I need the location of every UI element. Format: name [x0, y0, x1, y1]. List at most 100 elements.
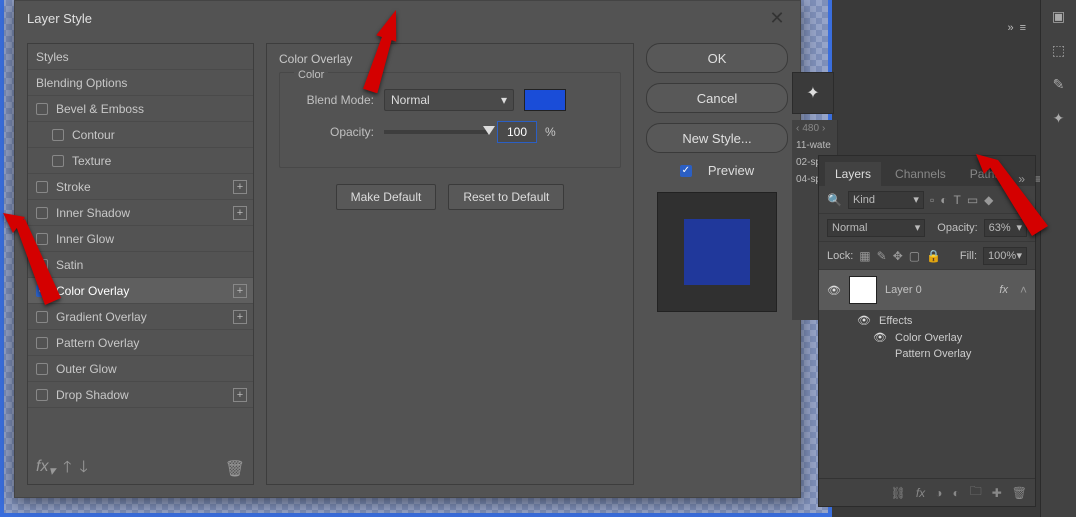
brushes-icon[interactable]: ✦: [1049, 108, 1069, 128]
chevron-down-icon: ▾: [501, 93, 507, 107]
preview-swatch: [684, 219, 750, 285]
new-layer-icon[interactable]: ✚: [992, 486, 1002, 500]
style-drop-shadow[interactable]: Drop Shadow+: [28, 382, 253, 408]
filter-smart-icon[interactable]: ◆: [984, 193, 993, 207]
collapse-panel-icon[interactable]: »: [1007, 22, 1013, 34]
visibility-icon[interactable]: 👁: [827, 284, 841, 297]
style-inner-shadow[interactable]: Inner Shadow+: [28, 200, 253, 226]
close-icon[interactable]: ✕: [766, 7, 788, 29]
preview-checkbox[interactable]: ✓: [680, 165, 692, 177]
add-icon[interactable]: +: [233, 206, 247, 220]
preview-label: Preview: [708, 163, 754, 178]
layer-name[interactable]: Layer 0: [885, 284, 922, 296]
overlay-color-swatch[interactable]: [524, 89, 566, 111]
dialog-title: Layer Style: [27, 11, 92, 26]
move-up-icon[interactable]: 🡑: [63, 456, 71, 483]
visibility-icon[interactable]: 👁: [857, 314, 871, 327]
style-inner-glow[interactable]: Inner Glow: [28, 226, 253, 252]
brush-icon: ✦: [806, 83, 819, 103]
effect-item[interactable]: Pattern Overlay: [895, 348, 971, 360]
style-bevel-emboss[interactable]: Bevel & Emboss: [28, 96, 253, 122]
style-gradient-overlay[interactable]: Gradient Overlay+: [28, 304, 253, 330]
tab-channels[interactable]: Channels: [885, 162, 956, 186]
layer-blend-select[interactable]: Normal▾: [827, 219, 925, 237]
lock-label: Lock:: [827, 250, 853, 262]
filter-kind-select[interactable]: Kind▾: [848, 191, 924, 209]
tab-layers[interactable]: Layers: [825, 162, 881, 186]
fx-icon[interactable]: fx: [916, 486, 925, 500]
style-color-overlay[interactable]: ✓Color Overlay+: [28, 278, 253, 304]
reset-default-button[interactable]: Reset to Default: [448, 184, 564, 210]
move-down-icon[interactable]: 🡓: [79, 456, 87, 483]
visibility-icon[interactable]: 👁: [873, 331, 887, 344]
filter-shape-icon[interactable]: ▭: [967, 193, 978, 207]
filter-type-icon[interactable]: T: [953, 193, 960, 207]
style-settings: Color Overlay Color Blend Mode: Normal▾ …: [266, 43, 634, 485]
opacity-label: Opacity:: [937, 222, 977, 234]
add-icon[interactable]: +: [233, 180, 247, 194]
blending-options[interactable]: Blending Options: [28, 70, 253, 96]
dialog-titlebar[interactable]: Layer Style ✕: [15, 1, 800, 35]
mask-icon[interactable]: ◑: [935, 486, 942, 500]
cancel-button[interactable]: Cancel: [646, 83, 788, 113]
blend-mode-label: Blend Mode:: [294, 93, 374, 107]
3d-icon[interactable]: ⬚: [1049, 40, 1069, 60]
style-pattern-overlay[interactable]: Pattern Overlay: [28, 330, 253, 356]
styles-header[interactable]: Styles: [28, 44, 253, 70]
lock-transparent-icon[interactable]: ▦: [859, 249, 870, 263]
opacity-unit: %: [545, 125, 556, 139]
adjustment-icon[interactable]: ◐: [952, 486, 959, 500]
lock-artboard-icon[interactable]: ▢: [909, 249, 920, 263]
layers-panel: Layers Channels Paths » ≡ 🔍 Kind▾ ▫ ◐ T …: [818, 155, 1036, 507]
search-icon[interactable]: 🔍: [827, 193, 842, 207]
fill-label: Fill:: [960, 250, 977, 262]
lock-all-icon[interactable]: 🔒: [926, 249, 941, 263]
blend-mode-select[interactable]: Normal▾: [384, 89, 514, 111]
chevron-down-icon[interactable]: ˄: [1020, 283, 1027, 297]
link-icon[interactable]: ⛓: [891, 486, 906, 500]
add-icon[interactable]: +: [233, 284, 247, 298]
filter-adjust-icon[interactable]: ◐: [940, 193, 947, 207]
trash-icon[interactable]: 🗑: [1012, 486, 1027, 500]
opacity-input[interactable]: [497, 121, 537, 143]
panel-dock: ▣ ⬚ ✎ ✦: [1040, 0, 1076, 517]
layer-row[interactable]: 👁 Layer 0 fx ˄: [819, 270, 1035, 310]
style-outer-glow[interactable]: Outer Glow: [28, 356, 253, 382]
panel-menu-icon[interactable]: ≡: [1020, 22, 1026, 34]
opacity-label: Opacity:: [294, 125, 374, 139]
effects-heading: Effects: [879, 315, 912, 327]
brush-settings-icon[interactable]: ✎: [1049, 74, 1069, 94]
fx-menu-icon[interactable]: fx▾: [36, 458, 55, 479]
layer-opacity-input[interactable]: 63%▾: [984, 219, 1027, 237]
list-item[interactable]: 11-wate: [792, 137, 838, 154]
ok-button[interactable]: OK: [646, 43, 788, 73]
layer-thumbnail[interactable]: [849, 276, 877, 304]
layer-style-dialog: Layer Style ✕ Styles Blending Options Be…: [14, 0, 801, 498]
style-texture[interactable]: Texture: [28, 148, 253, 174]
style-contour[interactable]: Contour: [28, 122, 253, 148]
opacity-slider[interactable]: [384, 130, 489, 134]
slider-thumb-icon[interactable]: [483, 126, 495, 135]
layer-fill-input[interactable]: 100%▾: [983, 247, 1027, 265]
add-icon[interactable]: +: [233, 310, 247, 324]
preview-box: [657, 192, 777, 312]
make-default-button[interactable]: Make Default: [336, 184, 437, 210]
fx-badge[interactable]: fx: [999, 284, 1008, 296]
group-icon[interactable]: 🗀: [970, 482, 982, 503]
brush-preview[interactable]: ✦: [792, 72, 834, 114]
lock-paint-icon[interactable]: ✎: [877, 249, 887, 263]
trash-icon[interactable]: 🗑: [225, 459, 245, 479]
activity-icon[interactable]: ▣: [1049, 6, 1069, 26]
tab-paths[interactable]: Paths: [960, 162, 1011, 186]
style-stroke[interactable]: Stroke+: [28, 174, 253, 200]
collapse-icon[interactable]: »: [1018, 172, 1025, 186]
add-icon[interactable]: +: [233, 388, 247, 402]
fieldset-legend: Color: [294, 69, 328, 81]
new-style-button[interactable]: New Style...: [646, 123, 788, 153]
styles-list: Styles Blending Options Bevel & Emboss C…: [27, 43, 254, 485]
style-satin[interactable]: Satin: [28, 252, 253, 278]
filter-pixel-icon[interactable]: ▫: [930, 193, 934, 207]
settings-title: Color Overlay: [279, 52, 621, 66]
effect-item[interactable]: Color Overlay: [895, 332, 962, 344]
lock-move-icon[interactable]: ✥: [893, 249, 903, 263]
